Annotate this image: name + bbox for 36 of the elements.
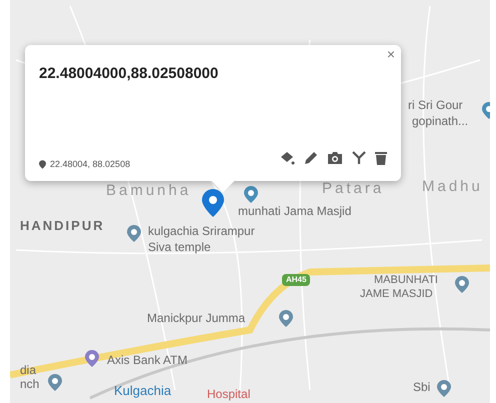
close-button[interactable]: × xyxy=(386,47,395,61)
place-label: MABUNHATI xyxy=(374,273,438,288)
place-label: kulgachia Srirampur xyxy=(148,223,255,240)
location-pin-icon xyxy=(39,160,46,169)
place-label: gopinath... xyxy=(412,113,468,130)
place-label: Hospital xyxy=(207,387,250,401)
place-label: JAME MASJID xyxy=(360,287,433,302)
poi-pin-icon xyxy=(437,380,451,397)
place-label: Siva temple xyxy=(148,239,211,256)
place-label: munhati Jama Masjid xyxy=(238,203,352,220)
poi-pin-icon xyxy=(244,186,258,203)
poi-pin-icon xyxy=(85,350,99,367)
trash-icon[interactable] xyxy=(375,151,387,165)
place-label: Sbi xyxy=(413,379,430,396)
camera-icon[interactable] xyxy=(327,151,343,165)
poi-pin-icon xyxy=(455,276,469,293)
popup-title: 22.48004000,88.02508000 xyxy=(39,64,218,84)
paint-bucket-icon[interactable] xyxy=(279,151,295,165)
poi-pin-icon xyxy=(48,374,62,391)
area-label: Patara xyxy=(322,179,384,199)
town-label: HANDIPUR xyxy=(20,217,105,235)
place-label: Axis Bank ATM xyxy=(107,352,188,369)
area-label: Bamunha xyxy=(106,181,192,201)
poi-pin-icon xyxy=(127,225,141,242)
place-label: Kulgachia xyxy=(114,383,172,399)
place-label: nch xyxy=(20,376,40,393)
poi-pin-icon xyxy=(279,310,293,327)
edit-icon[interactable] xyxy=(304,151,318,165)
area-label: Madhu xyxy=(422,177,483,197)
location-marker-icon[interactable] xyxy=(200,188,226,218)
highway-shield: AH45 xyxy=(282,274,310,286)
place-label: Manickpur Jumma xyxy=(147,310,246,327)
place-label: dia xyxy=(20,362,36,379)
place-label: ri Sri Gour xyxy=(408,97,463,114)
coordinates-text: 22.48004, 88.02508 xyxy=(50,158,130,170)
route-icon[interactable] xyxy=(352,151,366,165)
